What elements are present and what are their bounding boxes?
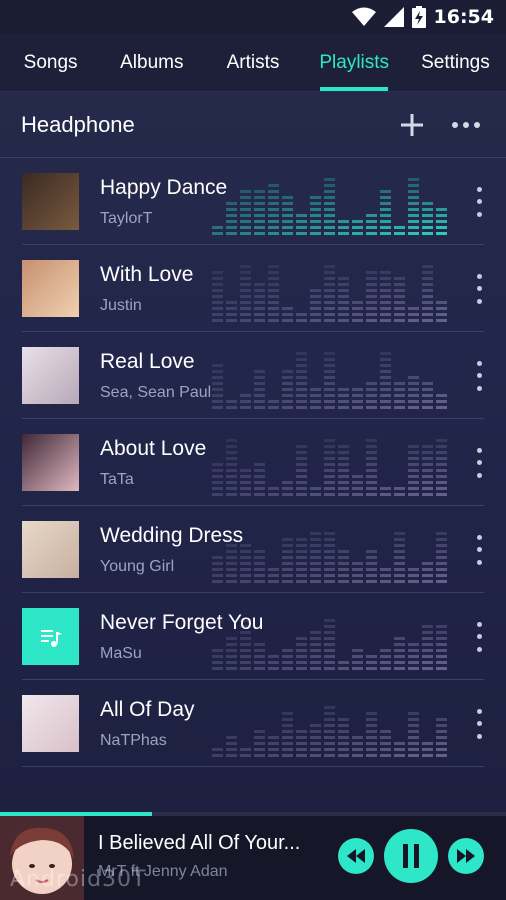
wifi-icon [351, 7, 376, 26]
song-artist: Justin [100, 296, 142, 314]
more-horizontal-icon [452, 121, 480, 128]
tab-albums[interactable]: Albums [101, 34, 202, 91]
list-item[interactable]: Happy Dance TaylorT [0, 158, 506, 245]
now-playing-bar[interactable]: I Believed All Of Your... MrT ft Jenny A… [0, 812, 506, 900]
now-playing-art[interactable] [0, 816, 84, 900]
battery-charging-icon [411, 6, 426, 28]
song-menu-button[interactable] [472, 186, 486, 217]
skip-next-icon [457, 849, 475, 863]
play-pause-button[interactable] [384, 829, 438, 883]
playlist-menu-button[interactable] [446, 105, 486, 145]
album-art [22, 260, 79, 317]
song-title: Happy Dance [100, 176, 228, 200]
list-item[interactable]: Wedding Dress Young Girl [0, 506, 506, 593]
clock: 16:54 [433, 6, 494, 28]
song-title: All Of Day [100, 698, 195, 722]
tab-bar: Songs Albums Artists Playlists Settings [0, 34, 506, 92]
add-button[interactable] [392, 105, 432, 145]
song-artist: MaSu [100, 644, 142, 662]
song-title: With Love [100, 263, 194, 287]
album-art-placeholder [22, 608, 79, 665]
list-item[interactable]: With Love Justin [0, 245, 506, 332]
music-note-icon [41, 630, 62, 647]
tab-playlists[interactable]: Playlists [304, 34, 405, 91]
equalizer-graphic [212, 178, 447, 235]
now-playing-title: I Believed All Of Your... [98, 831, 301, 854]
list-item[interactable]: Never Forget You MaSu [0, 593, 506, 680]
song-artist: TaTa [100, 470, 134, 488]
song-artist: TaylorT [100, 209, 153, 227]
album-art [22, 434, 79, 491]
status-bar: 16:54 [0, 0, 506, 34]
previous-button[interactable] [338, 838, 374, 874]
equalizer-graphic [212, 706, 447, 757]
song-title: Real Love [100, 350, 195, 374]
song-title: About Love [100, 437, 207, 461]
song-title: Wedding Dress [100, 524, 244, 548]
playlist-header: Headphone [0, 92, 506, 158]
song-artist: Young Girl [100, 557, 175, 575]
now-playing-artist: MrT ft Jenny Adan [98, 862, 228, 880]
song-list: Happy Dance TaylorT With Love Justin Rea… [0, 158, 506, 767]
song-artist: Sea, Sean Paul [100, 383, 212, 401]
playlist-title: Headphone [21, 111, 135, 137]
tab-songs[interactable]: Songs [0, 34, 101, 91]
equalizer-graphic [212, 439, 447, 496]
song-title: Never Forget You [100, 611, 264, 635]
album-art [22, 521, 79, 578]
song-menu-button[interactable] [472, 273, 486, 304]
tab-artists[interactable]: Artists [202, 34, 303, 91]
equalizer-graphic [212, 352, 447, 409]
list-item[interactable]: Real Love Sea, Sean Paul [0, 332, 506, 419]
song-menu-button[interactable] [472, 534, 486, 565]
equalizer-graphic [212, 532, 447, 583]
album-art [22, 347, 79, 404]
song-menu-button[interactable] [472, 621, 486, 652]
song-menu-button[interactable] [472, 708, 486, 739]
album-art [22, 695, 79, 752]
plus-icon [401, 113, 423, 136]
equalizer-graphic [212, 265, 447, 322]
skip-previous-icon [347, 849, 365, 863]
signal-icon [383, 7, 404, 27]
list-item[interactable]: All Of Day NaTPhas [0, 680, 506, 767]
song-menu-button[interactable] [472, 360, 486, 391]
next-button[interactable] [448, 838, 484, 874]
tab-settings[interactable]: Settings [405, 34, 506, 91]
album-art [22, 173, 79, 230]
song-menu-button[interactable] [472, 447, 486, 478]
list-item[interactable]: About Love TaTa [0, 419, 506, 506]
pause-icon [403, 844, 419, 868]
song-artist: NaTPhas [100, 731, 167, 749]
